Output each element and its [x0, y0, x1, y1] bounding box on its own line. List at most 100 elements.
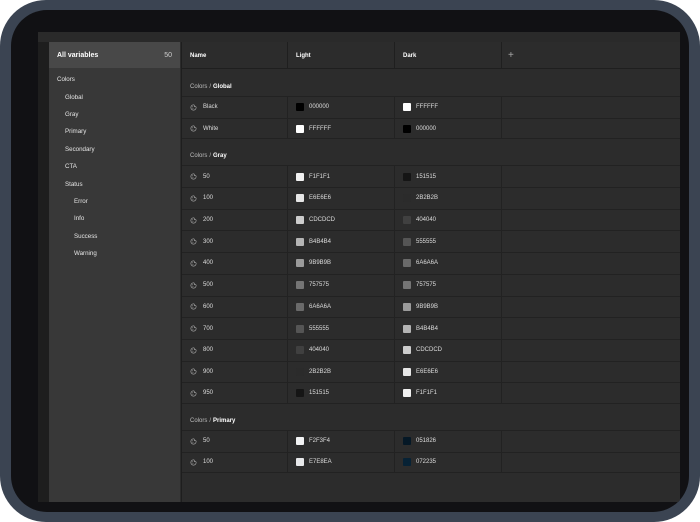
- light-value-cell[interactable]: 6A6A6A: [288, 296, 395, 318]
- color-swatch[interactable]: [296, 458, 304, 467]
- variable-name-cell[interactable]: White: [182, 118, 288, 139]
- sidebar-item-info[interactable]: Info: [49, 210, 180, 227]
- variable-name-cell[interactable]: 400: [182, 253, 288, 274]
- dark-value-cell[interactable]: F1F1F1: [395, 383, 502, 403]
- color-swatch[interactable]: [296, 172, 304, 181]
- sidebar-item-status[interactable]: Status: [49, 175, 180, 192]
- variable-name-cell[interactable]: 800: [182, 339, 288, 361]
- color-swatch[interactable]: [296, 103, 304, 112]
- dark-value-cell[interactable]: 555555: [395, 231, 502, 253]
- table-row[interactable]: 800 404040 CDCDCD: [182, 338, 680, 361]
- dark-value-cell[interactable]: 051826: [395, 430, 502, 452]
- variable-name-cell[interactable]: 900: [182, 361, 288, 383]
- color-swatch[interactable]: [403, 216, 411, 225]
- light-value-cell[interactable]: 000000: [288, 97, 395, 118]
- color-swatch[interactable]: [403, 346, 411, 355]
- table-row[interactable]: 100 E6E6E6 2B2B2B: [182, 187, 680, 209]
- dark-value-cell[interactable]: 2B2B2B: [395, 188, 502, 209]
- color-swatch[interactable]: [403, 124, 411, 133]
- dark-value-cell[interactable]: 757575: [395, 274, 502, 296]
- color-swatch[interactable]: [403, 458, 411, 467]
- color-swatch[interactable]: [403, 172, 411, 181]
- table-row[interactable]: 700 555555 B4B4B4: [182, 317, 680, 339]
- color-swatch[interactable]: [296, 124, 304, 133]
- light-value-cell[interactable]: FFFFFF: [288, 118, 395, 139]
- sidebar-item-secondary[interactable]: Secondary: [49, 141, 180, 158]
- light-value-cell[interactable]: E7E8EA: [288, 452, 395, 473]
- sidebar-item-error[interactable]: Error: [49, 193, 180, 210]
- color-swatch[interactable]: [296, 259, 304, 268]
- variable-name-cell[interactable]: 50: [182, 430, 288, 452]
- color-swatch[interactable]: [403, 324, 411, 333]
- color-swatch[interactable]: [296, 437, 304, 446]
- dark-value-cell[interactable]: E6E6E6: [395, 361, 502, 383]
- color-swatch[interactable]: [403, 194, 411, 203]
- table-row[interactable]: 200 CDCDCD 404040: [182, 208, 680, 231]
- dark-value-cell[interactable]: 6A6A6A: [395, 253, 502, 274]
- table-row[interactable]: 950 151515 F1F1F1: [182, 382, 680, 404]
- light-value-cell[interactable]: 151515: [288, 383, 395, 403]
- sidebar-item-colors[interactable]: Colors: [49, 71, 180, 88]
- dark-value-cell[interactable]: 9B9B9B: [395, 296, 502, 318]
- dark-value-cell[interactable]: 000000: [395, 118, 502, 139]
- color-swatch[interactable]: [296, 237, 304, 246]
- sidebar-item-all-variables[interactable]: All variables 50: [49, 42, 180, 68]
- color-swatch[interactable]: [296, 389, 304, 398]
- sidebar-item-global[interactable]: Global: [49, 88, 180, 105]
- color-swatch[interactable]: [296, 367, 304, 376]
- table-row[interactable]: White FFFFFF 000000: [182, 117, 680, 140]
- column-header-dark[interactable]: Dark: [395, 42, 502, 69]
- color-swatch[interactable]: [296, 194, 304, 203]
- table-row[interactable]: 400 9B9B9B 6A6A6A: [182, 252, 680, 274]
- light-value-cell[interactable]: 2B2B2B: [288, 361, 395, 383]
- light-value-cell[interactable]: F1F1F1: [288, 166, 395, 188]
- variable-name-cell[interactable]: 200: [182, 209, 288, 231]
- variable-name-cell[interactable]: 100: [182, 452, 288, 473]
- color-swatch[interactable]: [296, 302, 304, 311]
- dark-value-cell[interactable]: CDCDCD: [395, 339, 502, 361]
- table-row[interactable]: 100 E7E8EA 072235: [182, 451, 680, 474]
- variable-name-cell[interactable]: 950: [182, 383, 288, 403]
- light-value-cell[interactable]: 555555: [288, 318, 395, 339]
- table-row[interactable]: 600 6A6A6A 9B9B9B: [182, 295, 680, 318]
- color-swatch[interactable]: [403, 103, 411, 112]
- sidebar-item-gray[interactable]: Gray: [49, 106, 180, 123]
- variable-name-cell[interactable]: 600: [182, 296, 288, 318]
- column-header-name[interactable]: Name: [182, 42, 288, 69]
- dark-value-cell[interactable]: FFFFFF: [395, 97, 502, 118]
- table-row[interactable]: 50 F2F3F4 051826: [182, 429, 680, 452]
- dark-value-cell[interactable]: B4B4B4: [395, 318, 502, 339]
- dark-value-cell[interactable]: 404040: [395, 209, 502, 231]
- sidebar-item-primary[interactable]: Primary: [49, 123, 180, 140]
- sidebar-item-warning[interactable]: Warning: [49, 245, 180, 262]
- dark-value-cell[interactable]: 151515: [395, 166, 502, 188]
- table-row[interactable]: Black 000000 FFFFFF: [182, 96, 680, 118]
- light-value-cell[interactable]: B4B4B4: [288, 231, 395, 253]
- color-swatch[interactable]: [403, 302, 411, 311]
- color-swatch[interactable]: [403, 437, 411, 446]
- variable-name-cell[interactable]: 300: [182, 231, 288, 253]
- table-row[interactable]: 50 F1F1F1 151515: [182, 165, 680, 188]
- variable-name-cell[interactable]: 50: [182, 166, 288, 188]
- sidebar-item-cta[interactable]: CTA: [49, 158, 180, 175]
- color-swatch[interactable]: [403, 259, 411, 268]
- light-value-cell[interactable]: F2F3F4: [288, 430, 395, 452]
- light-value-cell[interactable]: 9B9B9B: [288, 253, 395, 274]
- variable-name-cell[interactable]: 100: [182, 188, 288, 209]
- variable-name-cell[interactable]: 700: [182, 318, 288, 339]
- color-swatch[interactable]: [403, 389, 411, 398]
- color-swatch[interactable]: [296, 281, 304, 290]
- color-swatch[interactable]: [296, 324, 304, 333]
- sidebar-item-success[interactable]: Success: [49, 228, 180, 245]
- light-value-cell[interactable]: 757575: [288, 274, 395, 296]
- light-value-cell[interactable]: CDCDCD: [288, 209, 395, 231]
- light-value-cell[interactable]: E6E6E6: [288, 188, 395, 209]
- table-row[interactable]: 300 B4B4B4 555555: [182, 230, 680, 253]
- column-header-light[interactable]: Light: [288, 42, 395, 69]
- dark-value-cell[interactable]: 072235: [395, 452, 502, 473]
- table-row[interactable]: 500 757575 757575: [182, 273, 680, 296]
- variable-name-cell[interactable]: Black: [182, 97, 288, 118]
- variable-name-cell[interactable]: 500: [182, 274, 288, 296]
- color-swatch[interactable]: [403, 281, 411, 290]
- color-swatch[interactable]: [403, 237, 411, 246]
